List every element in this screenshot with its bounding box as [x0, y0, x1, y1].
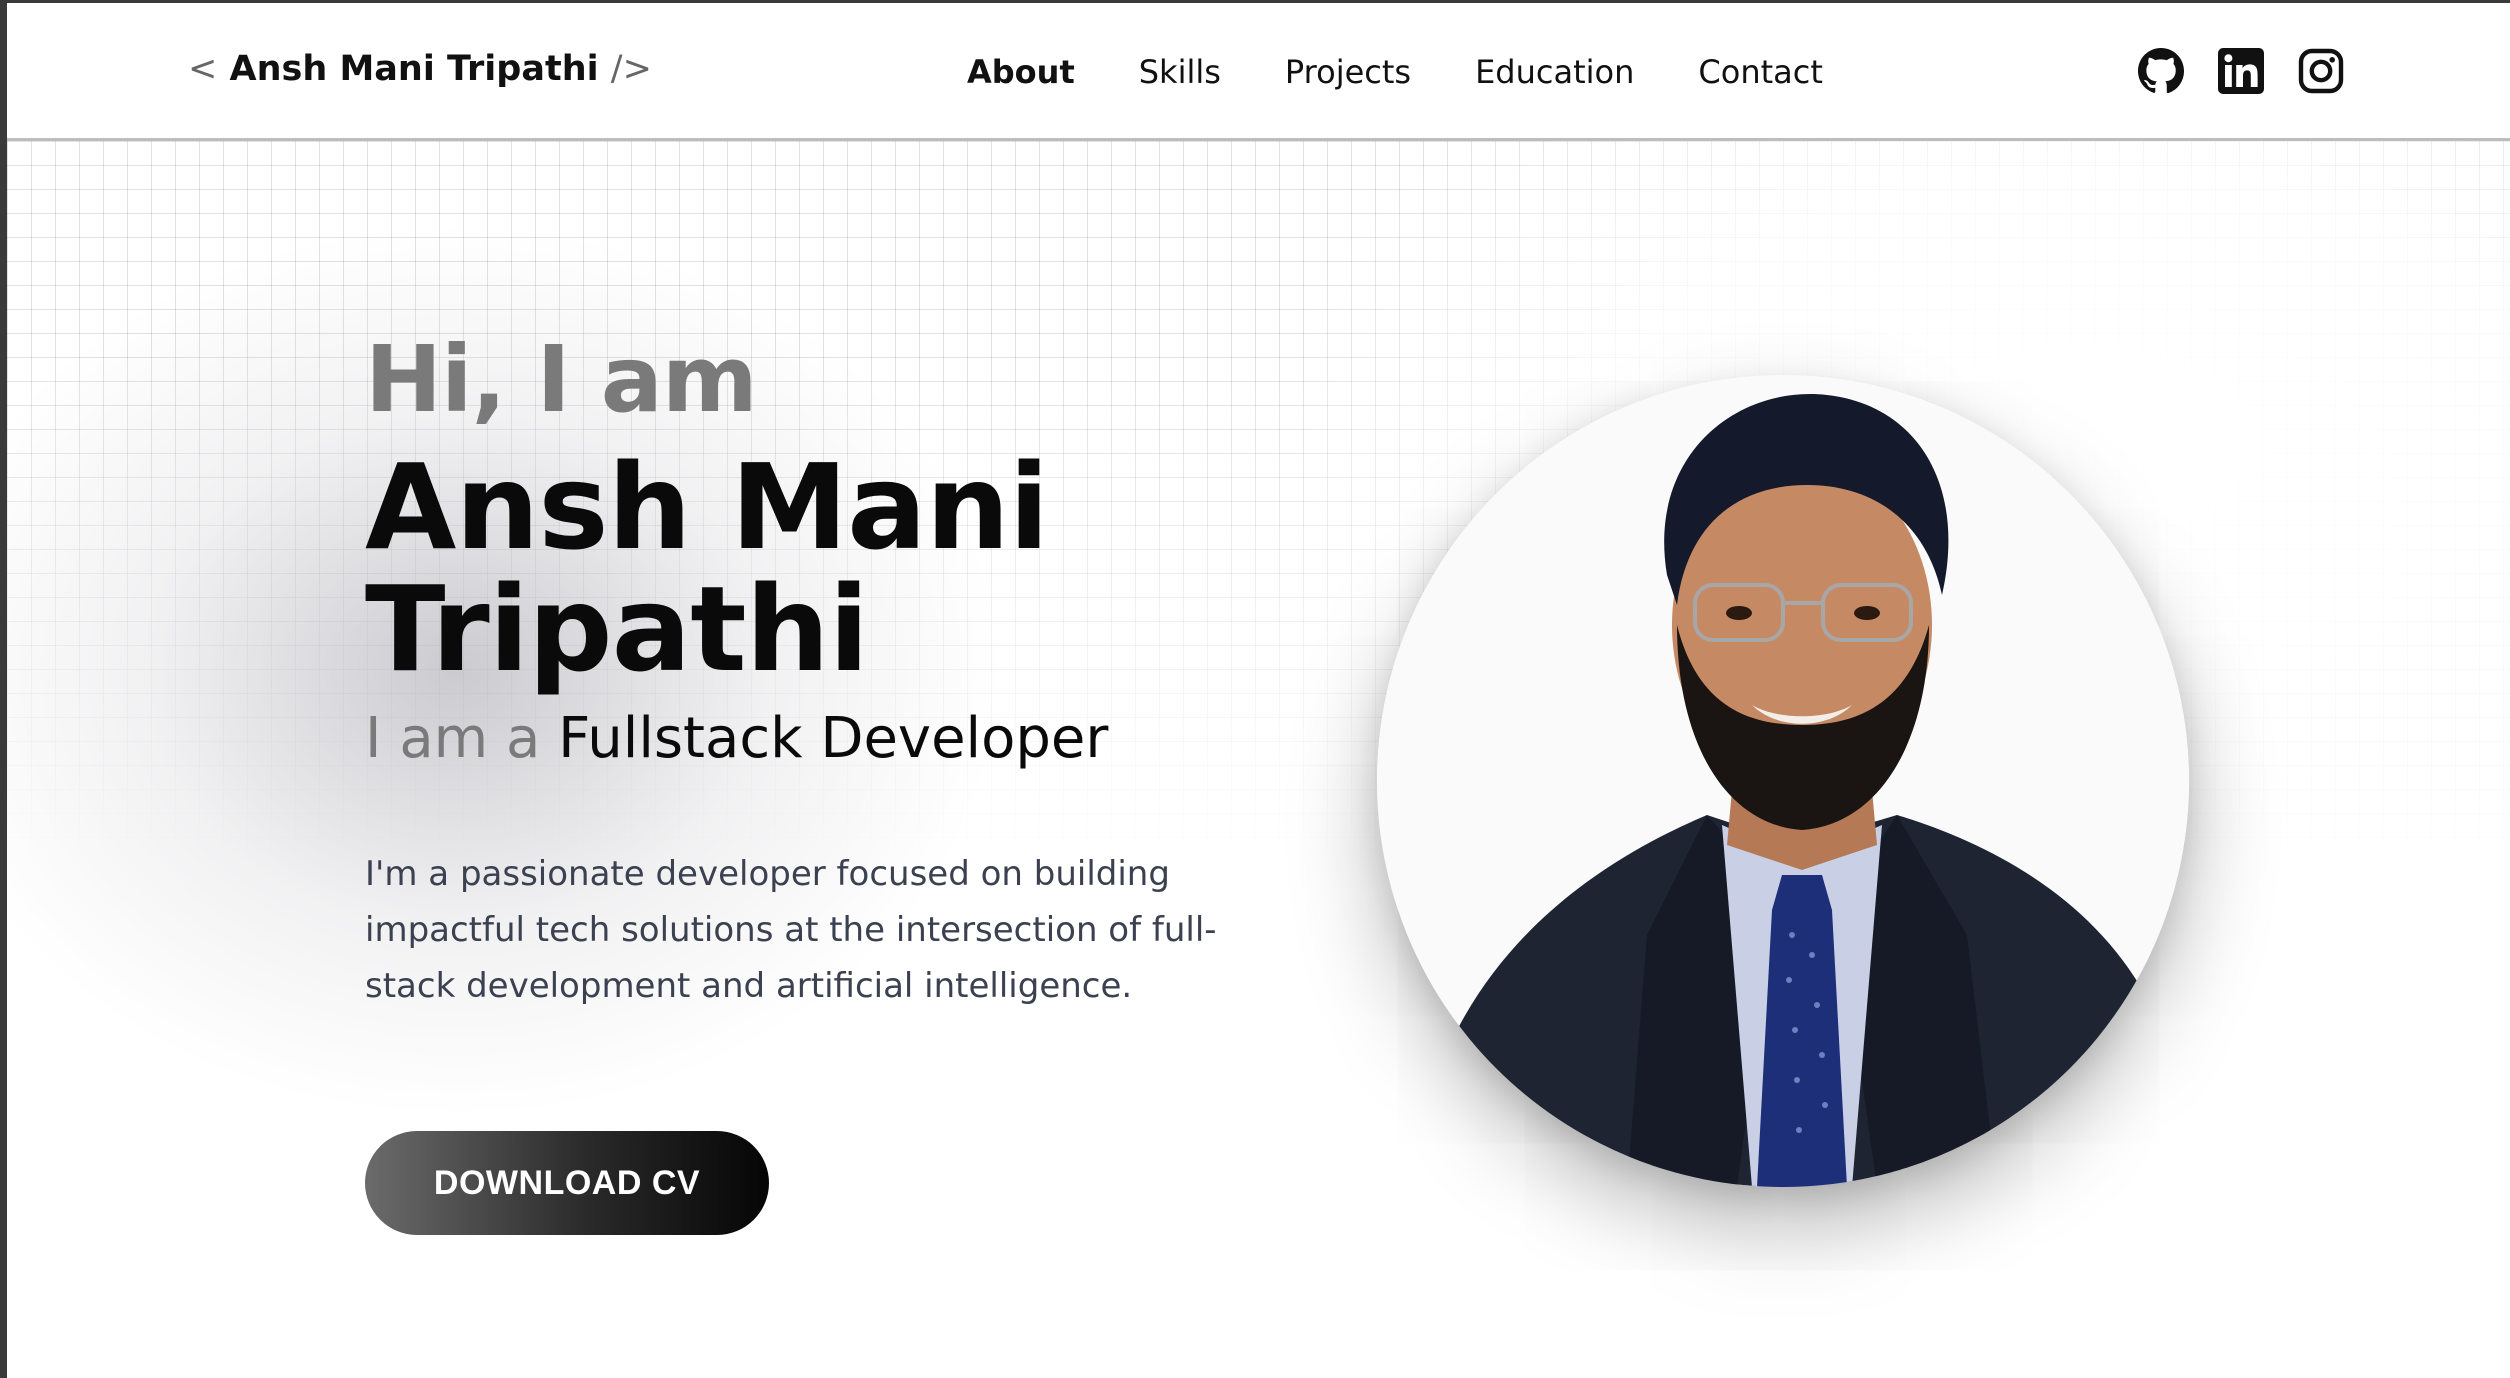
download-cv-button[interactable]: DOWNLOAD CV — [365, 1131, 769, 1235]
logo-open-bracket: < — [188, 49, 218, 89]
hero-bio: I'm a passionate developer focused on bu… — [365, 854, 1217, 1006]
logo-close-bracket: /> — [610, 49, 652, 89]
main-nav: About Skills Projects Education Contact — [967, 53, 1887, 91]
logo-name: Ansh Mani Tripathi — [229, 49, 599, 89]
hero-name-line2: Tripathi — [365, 560, 869, 698]
profile-photo-illustration — [1377, 375, 2189, 1187]
role-title: Fullstack Developer — [558, 706, 1109, 771]
browser-viewport: < Ansh Mani Tripathi /> About Skills Pro… — [0, 0, 2510, 1378]
hero-greeting: Hi, I am — [365, 326, 758, 433]
nav-about[interactable]: About — [967, 53, 1075, 91]
site-header: < Ansh Mani Tripathi /> About Skills Pro… — [7, 3, 2510, 141]
hero-section: Hi, I am Ansh Mani Tripathi I am a Fulls… — [7, 141, 2510, 1378]
nav-projects[interactable]: Projects — [1285, 53, 1411, 91]
nav-education[interactable]: Education — [1475, 53, 1634, 91]
hero-name: Ansh Mani Tripathi — [365, 446, 1265, 690]
nav-contact[interactable]: Contact — [1698, 53, 1823, 91]
social-links — [2137, 47, 2345, 95]
role-prefix: I am a — [365, 706, 541, 771]
profile-photo — [1377, 375, 2189, 1187]
instagram-icon[interactable] — [2297, 47, 2345, 95]
hero-role: I am a Fullstack Developer — [365, 706, 1108, 771]
github-icon[interactable] — [2137, 47, 2185, 95]
linkedin-icon[interactable] — [2217, 47, 2265, 95]
hero-name-line1: Ansh Mani — [365, 438, 1049, 576]
nav-skills[interactable]: Skills — [1139, 53, 1221, 91]
site-logo[interactable]: < Ansh Mani Tripathi /> — [188, 49, 652, 89]
window-border-left — [0, 0, 7, 1378]
